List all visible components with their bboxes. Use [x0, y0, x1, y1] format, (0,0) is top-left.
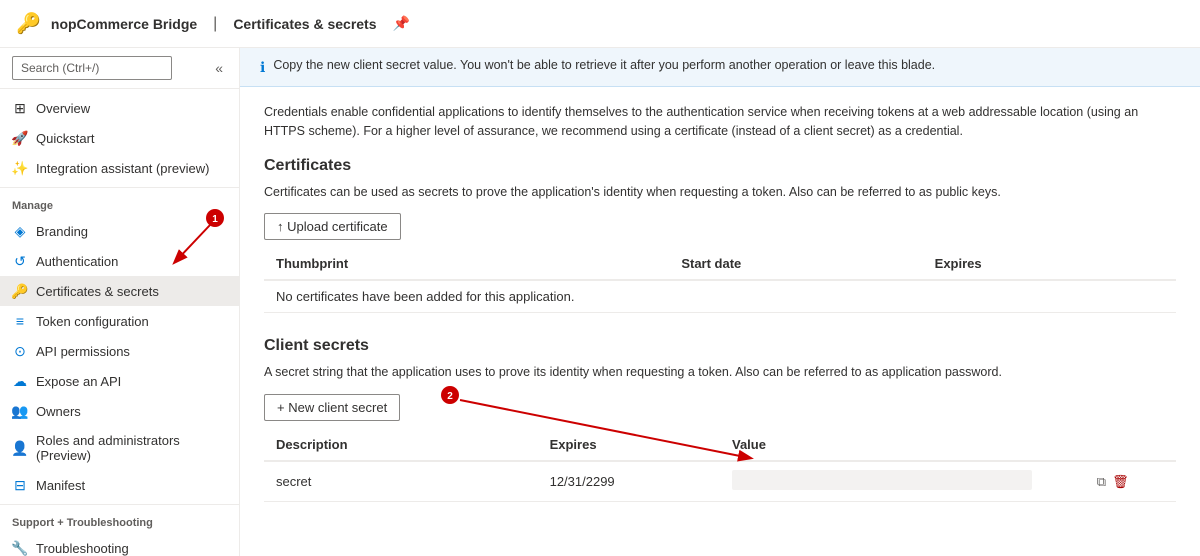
col-start-date: Start date	[669, 248, 922, 280]
sidebar-item-quickstart[interactable]: 🚀 Quickstart	[0, 123, 239, 153]
header: 🔑 nopCommerce Bridge | Certificates & se…	[0, 0, 1200, 48]
col-value: Value	[720, 429, 1085, 461]
sidebar-item-overview[interactable]: ⊞ Overview	[0, 93, 239, 123]
sidebar-item-overview-label: Overview	[36, 101, 90, 116]
token-config-icon: ≡	[12, 313, 28, 329]
branding-icon: ◈	[12, 223, 28, 239]
authentication-icon: ↺	[12, 253, 28, 269]
sidebar-item-certificates-label: Certificates & secrets	[36, 284, 159, 299]
secret-actions-cell: ⧉ 🗑	[1085, 461, 1176, 502]
certificates-icon: 🔑	[12, 283, 28, 299]
delete-icon[interactable]: 🗑	[1112, 474, 1129, 490]
client-secrets-table: Description Expires Value secret 12/31/2…	[264, 429, 1176, 502]
info-banner: ℹ Copy the new client secret value. You …	[240, 48, 1200, 87]
sidebar-item-certificates-secrets[interactable]: 🔑 Certificates & secrets	[0, 276, 239, 306]
quickstart-icon: 🚀	[12, 130, 28, 146]
sidebar-item-authentication[interactable]: ↺ Authentication	[0, 246, 239, 276]
sidebar-item-api-permissions[interactable]: ⊙ API permissions	[0, 336, 239, 366]
table-row: secret 12/31/2299 ⧉ 🗑	[264, 461, 1176, 502]
sidebar-item-troubleshooting[interactable]: 🔧 Troubleshooting	[0, 533, 239, 556]
page-title: Certificates & secrets	[233, 16, 376, 32]
header-divider: |	[213, 15, 217, 33]
manifest-icon: ⊟	[12, 477, 28, 493]
overview-icon: ⊞	[12, 100, 28, 116]
secret-value-masked	[732, 470, 1032, 490]
search-input[interactable]	[12, 56, 172, 80]
sidebar-item-manifest-label: Manifest	[36, 478, 85, 493]
info-banner-text: Copy the new client secret value. You wo…	[273, 58, 935, 72]
copy-icon[interactable]: ⧉	[1097, 474, 1106, 490]
certificates-description: Certificates can be used as secrets to p…	[264, 183, 1176, 202]
no-certificates-message: No certificates have been added for this…	[264, 280, 1176, 313]
owners-icon: 👥	[12, 403, 28, 419]
sidebar-item-api-permissions-label: API permissions	[36, 344, 130, 359]
main-content: ℹ Copy the new client secret value. You …	[240, 48, 1200, 556]
api-permissions-icon: ⊙	[12, 343, 28, 359]
roles-admins-icon: 👤	[12, 440, 28, 456]
sidebar-item-integration-assistant-label: Integration assistant (preview)	[36, 161, 209, 176]
certificates-table: Thumbprint Start date Expires No certifi…	[264, 248, 1176, 313]
sidebar-item-quickstart-label: Quickstart	[36, 131, 95, 146]
col-thumbprint: Thumbprint	[264, 248, 669, 280]
sidebar-item-expose-api[interactable]: ☁ Expose an API	[0, 366, 239, 396]
col-description: Description	[264, 429, 538, 461]
app-name: nopCommerce Bridge	[51, 16, 197, 32]
troubleshooting-icon: 🔧	[12, 540, 28, 556]
certificates-title: Certificates	[264, 157, 1176, 175]
client-secrets-description: A secret string that the application use…	[264, 363, 1176, 382]
sidebar-item-owners-label: Owners	[36, 404, 81, 419]
sidebar-item-manifest[interactable]: ⊟ Manifest	[0, 470, 239, 500]
sidebar-item-expose-api-label: Expose an API	[36, 374, 121, 389]
app-icon: 🔑	[16, 11, 41, 36]
sidebar-collapse-button[interactable]: «	[211, 58, 227, 78]
sidebar-item-branding[interactable]: ◈ Branding	[0, 216, 239, 246]
col-expires-header: Expires	[538, 429, 720, 461]
sidebar-item-roles-admins[interactable]: 👤 Roles and administrators (Preview)	[0, 426, 239, 470]
sidebar-search-container: «	[0, 48, 239, 89]
sidebar-item-token-configuration[interactable]: ≡ Token configuration	[0, 306, 239, 336]
sidebar-item-integration-assistant[interactable]: ✨ Integration assistant (preview)	[0, 153, 239, 183]
intro-text: Credentials enable confidential applicat…	[264, 103, 1176, 141]
pin-icon[interactable]: 📌	[393, 15, 410, 32]
sidebar-item-token-configuration-label: Token configuration	[36, 314, 149, 329]
sidebar-item-troubleshooting-label: Troubleshooting	[36, 541, 129, 556]
table-actions: ⧉ 🗑	[1097, 474, 1164, 490]
client-secrets-title: Client secrets	[264, 337, 1176, 355]
secret-value-cell	[720, 461, 1085, 502]
sidebar: « ⊞ Overview 🚀 Quickstart ✨ Integration …	[0, 48, 240, 556]
sidebar-item-owners[interactable]: 👥 Owners	[0, 396, 239, 426]
upload-certificate-button[interactable]: ↑ Upload certificate	[264, 213, 401, 240]
content-body: Credentials enable confidential applicat…	[240, 87, 1200, 518]
integration-assistant-icon: ✨	[12, 160, 28, 176]
new-client-secret-button[interactable]: + New client secret	[264, 394, 400, 421]
secret-expires: 12/31/2299	[538, 461, 720, 502]
sidebar-nav: ⊞ Overview 🚀 Quickstart ✨ Integration as…	[0, 89, 239, 556]
sidebar-item-roles-admins-label: Roles and administrators (Preview)	[36, 433, 227, 463]
info-icon: ℹ	[260, 59, 265, 76]
secret-description: secret	[264, 461, 538, 502]
support-section-label: Support + Troubleshooting	[0, 504, 239, 533]
sidebar-item-authentication-label: Authentication	[36, 254, 118, 269]
manage-section-label: Manage	[0, 187, 239, 216]
col-expires: Expires	[923, 248, 1176, 280]
sidebar-item-branding-label: Branding	[36, 224, 88, 239]
expose-api-icon: ☁	[12, 373, 28, 389]
